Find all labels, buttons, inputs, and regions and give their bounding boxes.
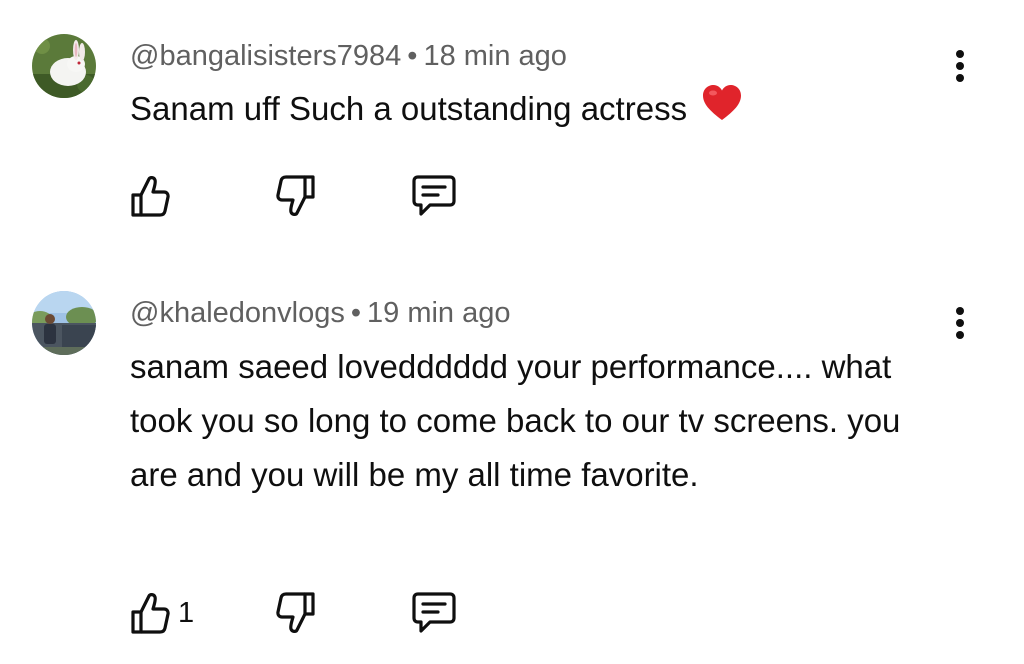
- comment-time: 18 min ago: [423, 40, 567, 72]
- dislike-button[interactable]: [276, 587, 316, 639]
- comment-text: sanam saeed lovedddddd your performance.…: [130, 348, 901, 493]
- like-count: 1: [178, 596, 195, 629]
- more-options-button[interactable]: [944, 44, 976, 88]
- comment-text-block: sanam saeed lovedddddd your performance.…: [130, 340, 930, 502]
- meta-separator: •: [350, 297, 362, 329]
- more-vertical-icon: [956, 50, 964, 82]
- comment-username[interactable]: @bangalisisters7984: [130, 40, 401, 72]
- comment-meta: @khaledonvlogs • 19 min ago: [130, 295, 511, 331]
- heart-icon: [703, 85, 742, 121]
- reply-comment-icon: [412, 175, 456, 216]
- meta-separator: •: [407, 40, 418, 72]
- person-avatar-image: [32, 291, 96, 355]
- more-vertical-icon: [956, 307, 964, 339]
- reply-comment-icon: [412, 592, 456, 633]
- avatar[interactable]: [32, 291, 96, 355]
- comment-time: 19 min ago: [367, 297, 511, 329]
- thumbs-down-icon: [276, 175, 315, 216]
- comment-text-block: Sanam uff Such a outstanding actress: [130, 82, 930, 138]
- rabbit-avatar-image: [32, 34, 96, 98]
- reply-button[interactable]: [412, 170, 456, 222]
- like-button[interactable]: [130, 170, 178, 222]
- avatar[interactable]: [32, 34, 96, 98]
- heart-emoji: [702, 84, 742, 138]
- comment-username[interactable]: @khaledonvlogs: [130, 297, 345, 329]
- thumbs-up-icon: [131, 593, 170, 634]
- more-options-button[interactable]: [944, 301, 976, 345]
- thumbs-up-icon: [131, 176, 170, 217]
- dislike-button[interactable]: [276, 170, 316, 222]
- comment-text: Sanam uff Such a outstanding actress: [130, 90, 688, 127]
- like-button[interactable]: 1: [130, 587, 194, 639]
- comment-meta: @bangalisisters7984 • 18 min ago: [130, 38, 567, 74]
- reply-button[interactable]: [412, 587, 456, 639]
- thumbs-down-icon: [276, 592, 315, 633]
